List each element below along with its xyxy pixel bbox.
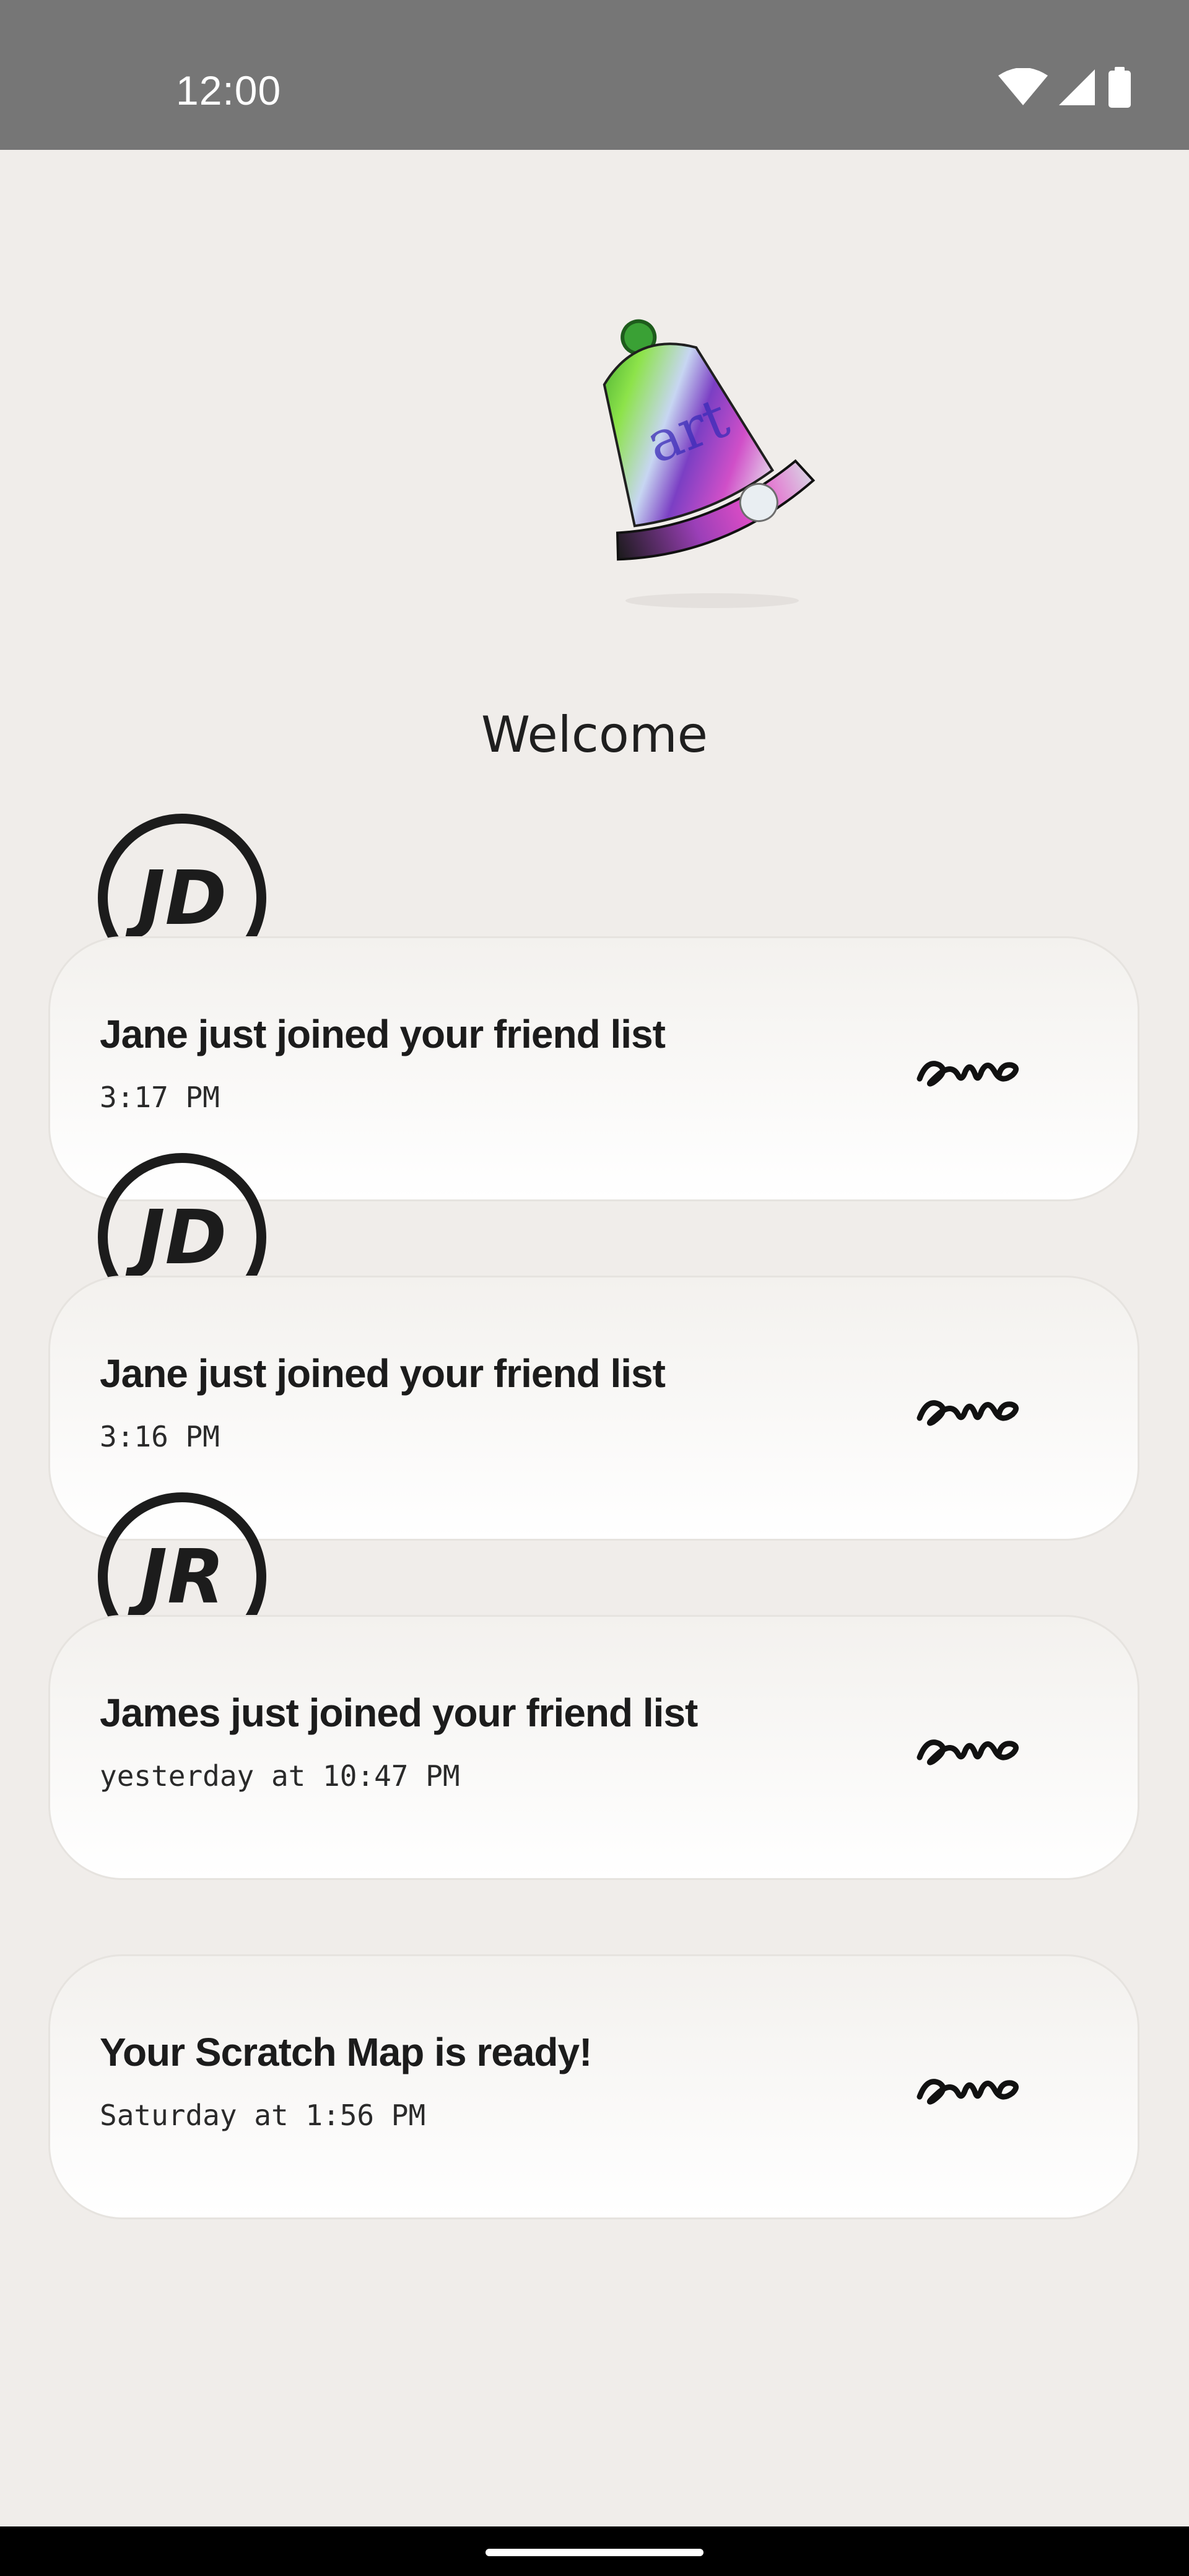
- notification-title: Your Scratch Map is ready!: [100, 2030, 592, 2074]
- amo-logo-icon: [917, 2079, 1019, 2105]
- notification-title: Jane just joined your friend list: [100, 1351, 666, 1396]
- status-time: 12:00: [176, 67, 282, 113]
- bell-icon: art: [557, 291, 879, 613]
- notification-card[interactable]: Your Scratch Map is ready! Saturday at 1…: [48, 1954, 1139, 2219]
- amo-logo-icon: [917, 1061, 1019, 1087]
- amo-logo-icon: [917, 1739, 1019, 1765]
- avatar: JR: [97, 1491, 268, 1621]
- notification-time: 3:16 PM: [100, 1420, 220, 1453]
- svg-text:JR: JR: [127, 1534, 224, 1621]
- notification-time: yesterday at 10:47 PM: [100, 1759, 460, 1793]
- svg-text:JD: JD: [125, 1195, 227, 1281]
- notification-time: 3:17 PM: [100, 1081, 220, 1114]
- signal-icon: [1059, 69, 1095, 105]
- welcome-title: Welcome: [481, 706, 708, 764]
- notification-time: Saturday at 1:56 PM: [100, 2099, 426, 2132]
- notification-title: Jane just joined your friend list: [100, 1012, 666, 1056]
- battery-icon: [1108, 67, 1131, 108]
- svg-text:JD: JD: [125, 856, 227, 942]
- notification-card[interactable]: James just joined your friend list yeste…: [48, 1615, 1139, 1880]
- home-handle[interactable]: [486, 2549, 703, 2556]
- avatar: JD: [97, 1152, 268, 1282]
- notification-title: James just joined your friend list: [100, 1690, 698, 1735]
- navigation-bar: [0, 2526, 1189, 2576]
- status-icons: [998, 67, 1132, 108]
- wifi-icon: [998, 68, 1048, 105]
- avatar: JD: [97, 812, 268, 942]
- notifications-screen: 12:00 art Welcome JD Jane just joined yo…: [0, 0, 1189, 2576]
- status-bar: 12:00: [0, 0, 1189, 150]
- amo-logo-icon: [917, 1400, 1019, 1426]
